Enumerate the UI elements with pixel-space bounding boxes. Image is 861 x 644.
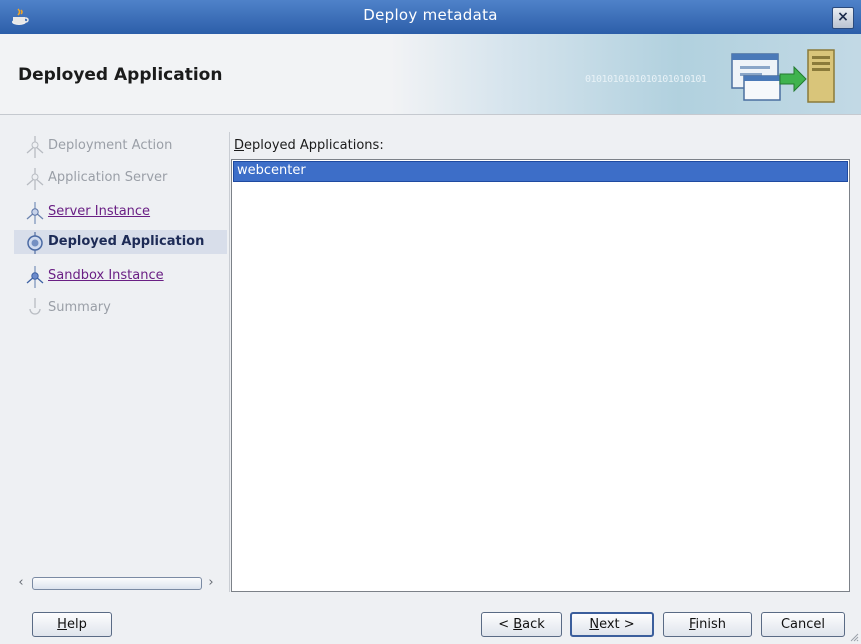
list-item-label[interactable]: webcenter	[237, 163, 306, 178]
step-label[interactable]: Sandbox Instance	[48, 268, 164, 283]
step-label: Application Server	[48, 170, 168, 185]
step-end-icon	[29, 298, 41, 315]
wizard-steps-panel: Deployment Action Application Server Ser…	[14, 132, 227, 592]
resize-grip-icon[interactable]	[849, 632, 859, 642]
deploy-wizard-graphic-icon	[731, 49, 835, 103]
step-label: Deployment Action	[48, 138, 173, 153]
scroll-right-icon[interactable]: ›	[204, 575, 218, 591]
header-binary-decoration: 0101010101010101010101	[585, 74, 707, 85]
window-titlebar: Deploy metadata ×	[0, 0, 861, 34]
current-step-icon	[27, 232, 43, 254]
steps-horizontal-scrollbar[interactable]: ‹ ›	[14, 574, 227, 592]
cancel-button[interactable]: Cancel	[761, 612, 845, 637]
deployed-applications-label: Deployed Applications:	[234, 138, 384, 153]
deployed-applications-list[interactable]: webcenter	[231, 159, 850, 592]
step-deployed-application: Deployed Application	[14, 230, 227, 254]
step-label: Deployed Application	[48, 234, 205, 249]
back-button[interactable]: < Back	[481, 612, 562, 637]
step-sandbox-instance[interactable]: Sandbox Instance	[14, 264, 227, 288]
page-title: Deployed Application	[18, 65, 223, 85]
close-icon: ×	[837, 9, 849, 25]
step-label: Summary	[48, 300, 111, 315]
step-deployment-action: Deployment Action	[14, 134, 227, 158]
finish-button[interactable]: Finish	[663, 612, 752, 637]
help-button[interactable]: Help	[32, 612, 112, 637]
step-server-instance[interactable]: Server Instance	[14, 200, 227, 224]
wizard-header: 0101010101010101010101 Deployed Applicat…	[0, 34, 861, 115]
step-node-icon	[26, 168, 44, 190]
close-button[interactable]: ×	[832, 7, 854, 29]
list-item[interactable]: webcenter	[233, 161, 848, 182]
step-node-icon	[26, 266, 44, 288]
next-button[interactable]: Next >	[570, 612, 654, 637]
step-node-icon	[26, 136, 44, 158]
step-application-server: Application Server	[14, 166, 227, 190]
step-summary: Summary	[14, 296, 227, 320]
scroll-left-icon[interactable]: ‹	[14, 575, 28, 591]
panel-divider	[229, 132, 230, 592]
step-label[interactable]: Server Instance	[48, 204, 150, 219]
step-node-icon	[26, 202, 44, 224]
scrollbar-thumb[interactable]	[32, 577, 202, 590]
window-title: Deploy metadata	[363, 6, 498, 24]
